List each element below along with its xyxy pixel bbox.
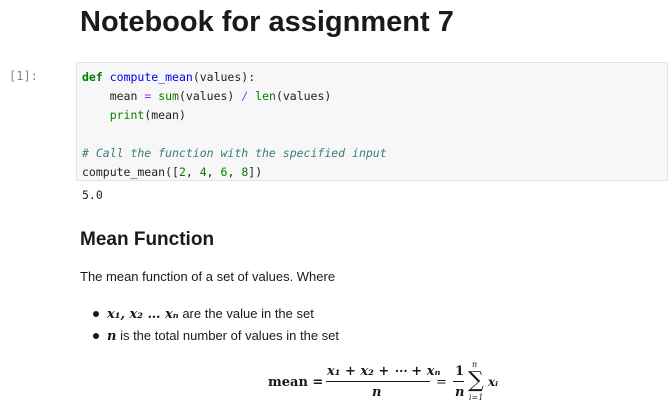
mean-equation: mean = x₁ + x₂ + ⋯ + xₙ n = 1 n n ∑ i=1 …	[268, 360, 568, 410]
equals-sign: =	[436, 375, 447, 390]
equation-lhs: mean =	[268, 375, 324, 390]
equation-numerator: x₁ + x₂ + ⋯ + xₙ	[327, 364, 441, 379]
fraction-one: 1	[455, 364, 465, 379]
notebook-title: Notebook for assignment 7	[80, 6, 454, 38]
cell-prompt: [1]:	[9, 69, 38, 83]
code-line-1: def compute_mean(values):	[82, 70, 256, 84]
sum-lower-limit: i=1	[469, 393, 484, 402]
code-cell[interactable]: def compute_mean(values): mean = sum(val…	[76, 62, 668, 181]
sigma-symbol: ∑	[468, 368, 484, 393]
list-item-text: is the total number of values in the set	[116, 328, 340, 343]
list-item: n is the total number of values in the s…	[93, 327, 339, 349]
section-heading: Mean Function	[80, 229, 215, 250]
description-text: The mean function of a set of values. Wh…	[80, 269, 336, 284]
cell-output: 5.0	[82, 188, 103, 202]
equation-denominator: n	[372, 385, 382, 400]
code-line-3: print(mean)	[109, 108, 186, 122]
math-inline: x₁, x₂ … xₙ	[107, 307, 179, 322]
code-line-5: # Call the function with the specified i…	[82, 146, 387, 160]
fraction-bar	[453, 381, 464, 382]
list-item: x₁, x₂ … xₙ are the value in the set	[93, 305, 339, 327]
sum-term: xᵢ	[488, 375, 499, 389]
list-item-text: are the value in the set	[178, 306, 314, 321]
fraction-n: n	[455, 385, 465, 400]
code-line-6: compute_mean([2, 4, 6, 8])	[82, 165, 263, 179]
bullet-list: x₁, x₂ … xₙ are the value in the set n i…	[93, 305, 339, 349]
code-line-2: mean = sum(values) / len(values)	[82, 89, 332, 103]
fraction-bar	[326, 381, 430, 382]
